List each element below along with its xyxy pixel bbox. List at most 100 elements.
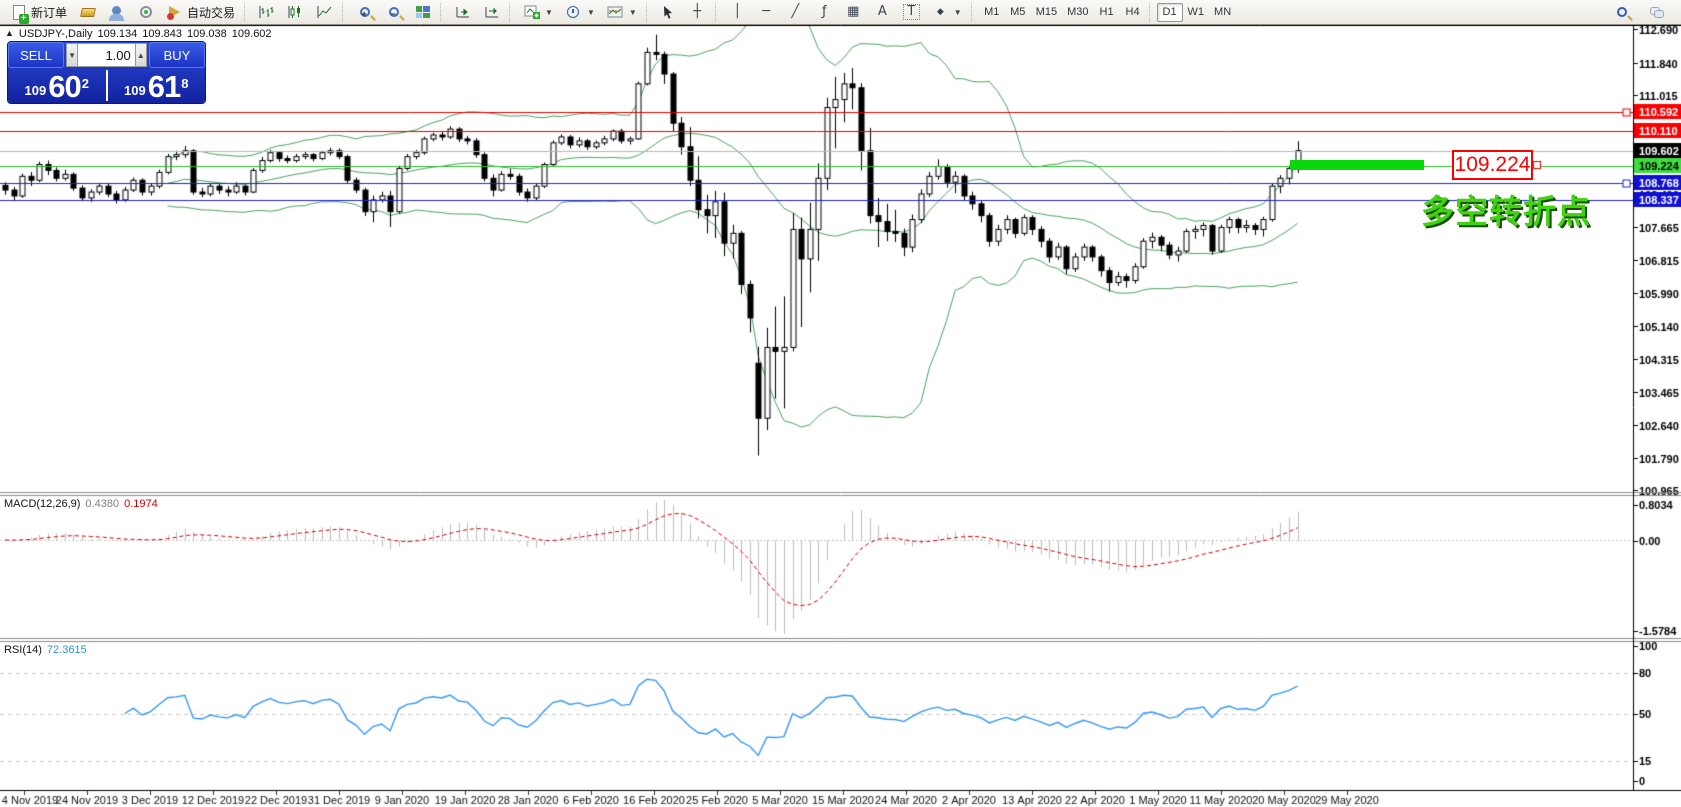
text-label-tool[interactable]: T (897, 2, 926, 23)
chart-shift-icon (483, 4, 500, 20)
deposit-button[interactable] (73, 2, 102, 23)
volume-input[interactable] (78, 43, 135, 67)
search-button[interactable] (1607, 2, 1636, 23)
tab-m1[interactable]: M1 (979, 3, 1005, 22)
one-click-trading-panel: SELL ▼ ▲ BUY 109602 109618 (8, 42, 205, 103)
tab-w1[interactable]: W1 (1183, 3, 1210, 22)
tab-mn[interactable]: MN (1209, 3, 1236, 22)
tab-m15[interactable]: M15 (1031, 3, 1062, 22)
caret-down-icon: ▼ (545, 8, 553, 17)
ingot-icon (79, 4, 96, 20)
new-order-icon (10, 4, 27, 20)
vertical-line-icon: │ (729, 4, 746, 20)
zoom-in-button[interactable]: + (350, 2, 379, 23)
volume-increase-button[interactable]: ▲ (135, 43, 147, 67)
indicators-icon (523, 4, 540, 20)
auto-trading-icon (166, 4, 183, 20)
tab-h4[interactable]: H4 (1120, 3, 1146, 22)
grid-tool[interactable]: ▦ (839, 2, 868, 23)
templates-dropdown[interactable]: ▼ (601, 2, 643, 23)
symbol-name: USDJPY-,Daily (19, 28, 93, 40)
signal-icon (137, 4, 154, 20)
trendline-tool[interactable]: ╱ (781, 2, 810, 23)
profile-icon (108, 4, 125, 20)
rsi-label: RSI(14)72.3615 (4, 644, 87, 656)
line-chart-button[interactable] (310, 2, 339, 23)
horizontal-line-tool[interactable]: ─ (752, 2, 781, 23)
candlestick-chart-icon (287, 4, 304, 20)
macd-label: MACD(12,26,9)0.43800.1974 (4, 498, 158, 510)
auto-scroll-icon (454, 4, 471, 20)
text-tool[interactable]: A (868, 2, 897, 23)
highlight-level-bar[interactable] (1290, 160, 1424, 170)
zoom-out-icon: − (385, 4, 402, 20)
periods-dropdown[interactable]: ▼ (559, 2, 601, 23)
tab-m5[interactable]: M5 (1005, 3, 1031, 22)
fibonacci-tool[interactable]: ƒ (810, 2, 839, 23)
cursor-icon (660, 4, 677, 20)
auto-scroll-button[interactable] (448, 2, 477, 23)
toolbar-separator (971, 3, 976, 22)
caret-down-icon: ▼ (954, 8, 962, 17)
toolbar-separator (646, 3, 651, 22)
grid-icon: ▦ (845, 4, 862, 20)
toolbar-separator (509, 3, 514, 22)
caret-down-icon: ▼ (587, 8, 595, 17)
collapse-arrow-icon[interactable]: ▲ (5, 28, 14, 40)
text-label-icon: T (903, 4, 920, 20)
toolbar-separator (342, 3, 347, 22)
search-icon (1613, 4, 1630, 20)
crosshair-icon: ┼ (689, 4, 706, 20)
volume-decrease-button[interactable]: ▼ (66, 43, 78, 67)
ohlc-close: 109.602 (232, 28, 272, 40)
bar-chart-icon (258, 4, 275, 20)
chart-window: ▲ USDJPY-,Daily 109.134 109.843 109.038 … (0, 25, 1681, 807)
signal-button[interactable] (131, 2, 160, 23)
zoom-out-button[interactable]: − (379, 2, 408, 23)
tab-h1[interactable]: H1 (1094, 3, 1120, 22)
ohlc-open: 109.134 (97, 28, 137, 40)
profile-button[interactable] (102, 2, 131, 23)
buy-price[interactable]: 109618 (108, 68, 206, 103)
toolbar-separator (715, 3, 720, 22)
candlestick-chart-button[interactable] (281, 2, 310, 23)
clock-icon (565, 4, 582, 20)
auto-trading-button[interactable]: 自动交易 (160, 2, 241, 23)
horizontal-line-icon: ─ (758, 4, 775, 20)
cursor-tool-button[interactable] (654, 2, 683, 23)
price-callout-box[interactable]: 109.224 (1452, 150, 1533, 180)
caret-down-icon: ▼ (629, 8, 637, 17)
fibonacci-icon: ƒ (816, 4, 833, 20)
toolbar-separator (440, 3, 445, 22)
tab-m30[interactable]: M30 (1062, 3, 1093, 22)
crosshair-tool-button[interactable]: ┼ (683, 2, 712, 23)
tile-windows-button[interactable] (408, 2, 437, 23)
chinese-annotation[interactable]: 多空转折点 (1421, 185, 1591, 233)
chart-shift-button[interactable] (477, 2, 506, 23)
sell-button[interactable]: SELL (8, 42, 64, 68)
arrows-dropdown[interactable]: ◆▼ (926, 2, 968, 23)
tab-d1[interactable]: D1 (1157, 3, 1183, 22)
chat-icon (1648, 4, 1665, 20)
symbol-title: ▲ USDJPY-,Daily 109.134 109.843 109.038 … (5, 28, 272, 40)
indicators-dropdown[interactable]: ▼ (517, 2, 559, 23)
buy-button[interactable]: BUY (149, 42, 205, 68)
ohlc-low: 109.038 (187, 28, 227, 40)
main-toolbar: 新订单 自动交易 + − ▼ ▼ ▼ ┼ │ ─ ╱ ƒ ▦ A T ◆▼ M1… (0, 0, 1681, 25)
new-order-button[interactable]: 新订单 (4, 2, 73, 23)
chart-canvas[interactable] (0, 25, 1681, 807)
chat-button[interactable] (1642, 2, 1671, 23)
template-icon (607, 4, 624, 20)
tile-windows-icon (414, 4, 431, 20)
toolbar-separator (244, 3, 249, 22)
line-chart-icon (316, 4, 333, 20)
ohlc-high: 109.843 (142, 28, 182, 40)
trendline-icon: ╱ (787, 4, 804, 20)
text-icon: A (874, 4, 891, 20)
arrows-icon: ◆ (932, 4, 949, 20)
bar-chart-button[interactable] (252, 2, 281, 23)
zoom-in-icon: + (356, 4, 373, 20)
volume-stepper: ▼ ▲ (66, 43, 147, 67)
sell-price[interactable]: 109602 (8, 68, 106, 103)
vertical-line-tool[interactable]: │ (723, 2, 752, 23)
